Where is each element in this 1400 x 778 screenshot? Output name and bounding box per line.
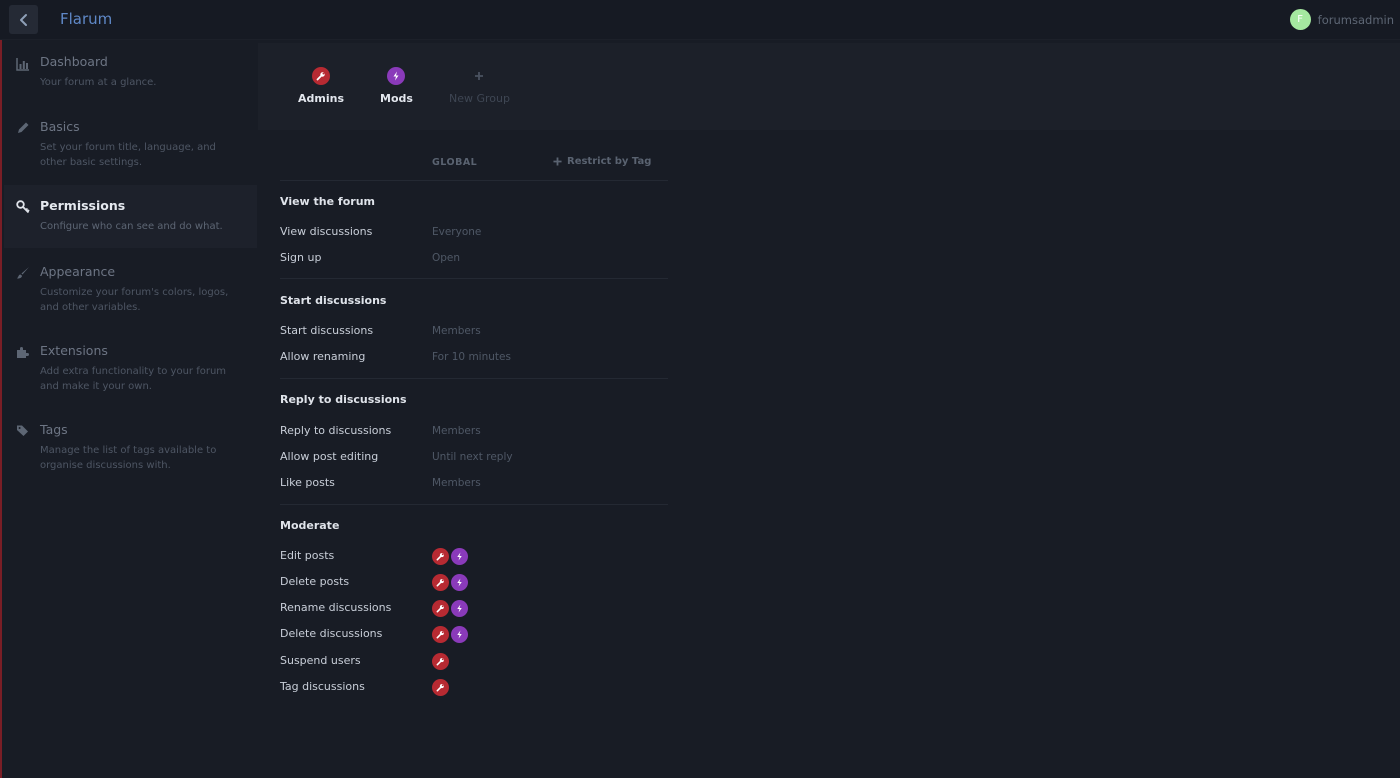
sidebar-item-dashboard[interactable]: Dashboard Your forum at a glance.	[4, 54, 257, 104]
group-mods[interactable]: Mods	[380, 67, 413, 105]
sidebar-item-permissions[interactable]: Permissions Configure who can see and do…	[4, 185, 257, 248]
permission-label: Tag discussions	[280, 680, 365, 693]
restrict-by-tag-button[interactable]: Restrict by Tag	[553, 156, 651, 167]
groups-bar: Admins Mods New Group	[258, 43, 1400, 130]
chart-icon	[15, 57, 31, 71]
sidebar-item-desc: Customize your forum's colors, logos, an…	[40, 287, 229, 313]
wrench-icon	[432, 574, 449, 591]
group-badges-dropdown[interactable]	[432, 600, 468, 617]
pencil-icon	[15, 121, 31, 135]
bolt-icon	[451, 574, 468, 591]
permission-value-dropdown[interactable]: Everyone	[432, 226, 481, 238]
wrench-icon	[312, 67, 330, 85]
group-label: New Group	[449, 92, 510, 105]
permission-value-dropdown[interactable]: Members	[432, 425, 481, 437]
section-title: Moderate	[280, 519, 340, 532]
group-label: Admins	[298, 92, 344, 105]
sidebar-item-label: Extensions	[40, 343, 108, 358]
wrench-icon	[432, 548, 449, 565]
back-button[interactable]	[9, 5, 38, 34]
permission-label: View discussions	[280, 225, 373, 238]
sidebar-item-desc: Set your forum title, language, and othe…	[40, 142, 216, 168]
header-bar: Flarum F forumsadmin	[0, 0, 1400, 40]
divider	[280, 278, 668, 279]
wrench-icon	[432, 600, 449, 617]
permission-label: Allow renaming	[280, 350, 366, 363]
username: forumsadmin	[1317, 12, 1394, 27]
wrench-icon	[432, 653, 449, 670]
sidebar-item-label: Basics	[40, 119, 80, 134]
bolt-icon	[451, 600, 468, 617]
sidebar-item-label: Permissions	[40, 198, 126, 213]
group-badges-dropdown[interactable]	[432, 626, 468, 643]
global-column-header: GLOBAL	[432, 157, 478, 168]
group-badges-dropdown[interactable]	[432, 548, 468, 565]
avatar: F	[1289, 9, 1311, 30]
wrench-icon	[432, 626, 449, 643]
permission-value-dropdown[interactable]: Open	[432, 252, 460, 264]
puzzle-icon	[15, 345, 31, 359]
sidebar-item-extensions[interactable]: Extensions Add extra functionality to yo…	[4, 343, 257, 401]
permission-label: Allow post editing	[280, 450, 379, 463]
group-badges-dropdown[interactable]	[432, 653, 449, 670]
user-menu[interactable]: F forumsadmin	[1289, 9, 1394, 30]
sidebar-item-desc: Manage the list of tags available to org…	[40, 445, 217, 471]
divider	[280, 504, 668, 505]
bolt-icon	[451, 626, 468, 643]
permission-value-dropdown[interactable]: Until next reply	[432, 451, 513, 463]
plus-icon	[553, 157, 562, 166]
divider	[280, 180, 668, 181]
permission-label: Reply to discussions	[280, 424, 392, 437]
group-admins[interactable]: Admins	[298, 67, 344, 105]
chevron-left-icon	[19, 13, 27, 26]
sidebar: Dashboard Your forum at a glance. Basics…	[0, 40, 257, 778]
key-icon	[15, 200, 31, 214]
permission-label: Start discussions	[280, 324, 374, 337]
sidebar-item-label: Tags	[40, 422, 68, 437]
sidebar-item-appearance[interactable]: Appearance Customize your forum's colors…	[4, 264, 257, 322]
sidebar-item-desc: Add extra functionality to your forum an…	[40, 366, 227, 392]
sidebar-item-desc: Configure who can see and do what.	[40, 221, 223, 232]
sidebar-item-label: Dashboard	[40, 54, 108, 69]
permission-label: Delete discussions	[280, 627, 383, 640]
bolt-icon	[451, 548, 468, 565]
paint-brush-icon	[15, 266, 31, 280]
sidebar-item-tags[interactable]: Tags Manage the list of tags available t…	[4, 422, 257, 480]
permission-label: Suspend users	[280, 654, 361, 667]
plus-icon	[470, 67, 488, 85]
permission-label: Rename discussions	[280, 601, 392, 614]
section-title: View the forum	[280, 195, 375, 208]
sidebar-item-label: Appearance	[40, 264, 116, 279]
permission-value-dropdown[interactable]: For 10 minutes	[432, 351, 511, 363]
permission-label: Sign up	[280, 251, 322, 264]
divider	[280, 378, 668, 379]
tags-icon	[15, 424, 31, 438]
sidebar-item-basics[interactable]: Basics Set your forum title, language, a…	[4, 119, 257, 177]
permission-label: Delete posts	[280, 575, 350, 588]
permission-value-dropdown[interactable]: Members	[432, 477, 481, 489]
restrict-label: Restrict by Tag	[567, 156, 652, 167]
app-title[interactable]: Flarum	[60, 10, 112, 28]
group-badges-dropdown[interactable]	[432, 574, 468, 591]
new-group-button[interactable]: New Group	[449, 67, 510, 105]
group-badges-dropdown[interactable]	[432, 679, 449, 696]
permission-label: Like posts	[280, 476, 335, 489]
sidebar-item-desc: Your forum at a glance.	[40, 77, 157, 88]
permission-value-dropdown[interactable]: Members	[432, 325, 481, 337]
section-title: Reply to discussions	[280, 393, 407, 406]
bolt-icon	[387, 67, 406, 85]
wrench-icon	[432, 679, 449, 696]
section-title: Start discussions	[280, 294, 387, 307]
permission-label: Edit posts	[280, 549, 335, 562]
group-label: Mods	[380, 92, 413, 105]
